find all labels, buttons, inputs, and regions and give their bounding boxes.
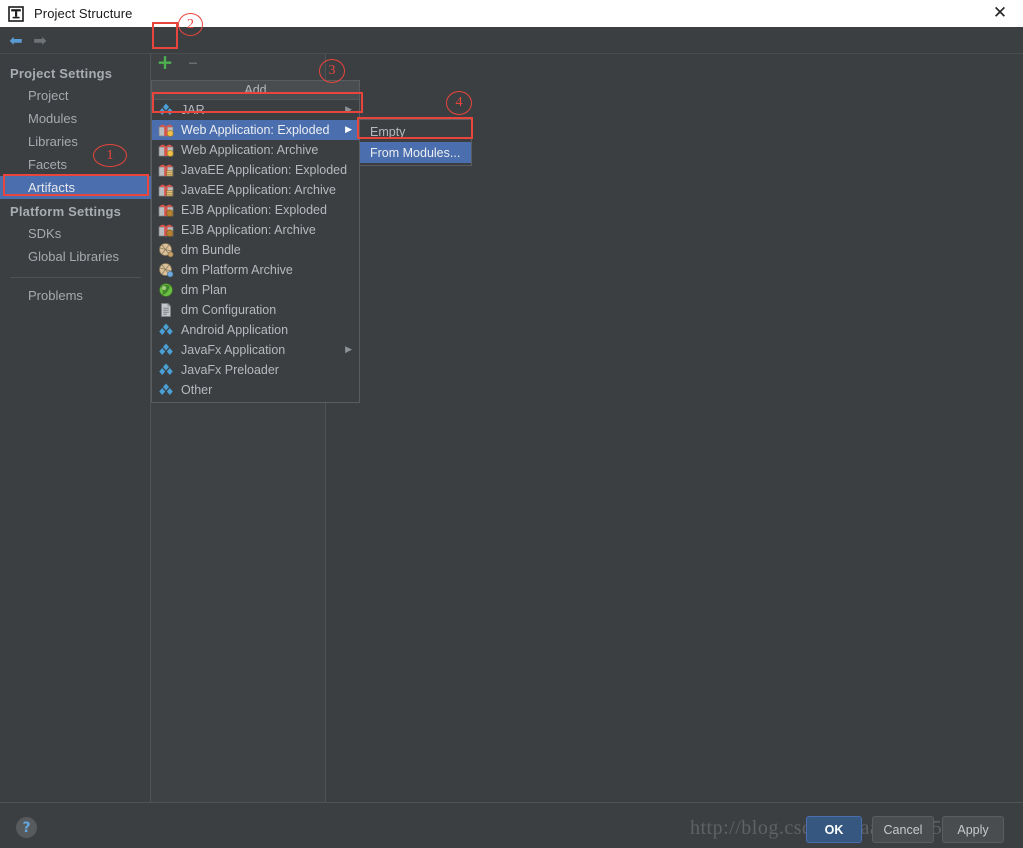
bundle-icon <box>158 242 174 258</box>
navigation-toolbar: ⬅ ➡ <box>0 27 1023 54</box>
group-title-project-settings: Project Settings <box>10 66 113 81</box>
menu-item-javafx-preloader[interactable]: JavaFx Preloader <box>152 360 359 380</box>
menu-item-ejb-application-exploded[interactable]: EJB Application: Exploded <box>152 200 359 220</box>
package-ee-icon <box>158 182 174 198</box>
menu-item-label: Other <box>181 383 213 397</box>
menu-item-label: dm Platform Archive <box>181 263 293 277</box>
menu-item-label: dm Configuration <box>181 303 277 317</box>
sidebar-item-global-libraries[interactable]: Global Libraries <box>0 245 151 268</box>
menu-item-label: JAR <box>181 103 205 117</box>
group-title-platform-settings: Platform Settings <box>10 204 122 219</box>
chevron-right-icon: ▶ <box>345 124 352 135</box>
menu-item-javafx-application[interactable]: JavaFx Application ▶ <box>152 340 359 360</box>
chevron-right-icon: ▶ <box>345 344 352 355</box>
menu-item-android-application[interactable]: Android Application <box>152 320 359 340</box>
close-icon[interactable]: ✕ <box>977 0 1023 27</box>
package-web-icon <box>158 142 174 158</box>
menu-item-javaee-application-archive[interactable]: JavaEE Application: Archive <box>152 180 359 200</box>
sidebar-item-sdks[interactable]: SDKs <box>0 222 151 245</box>
add-button[interactable]: + <box>154 51 176 73</box>
menu-item-label: EJB Application: Exploded <box>181 203 327 217</box>
menu-item-label: Android Application <box>181 323 289 337</box>
window-title: Project Structure <box>34 6 133 21</box>
menu-item-jar[interactable]: JAR ▶ <box>152 100 359 120</box>
sidebar-item-modules[interactable]: Modules <box>0 107 151 130</box>
sidebar-divider <box>10 277 141 278</box>
intellij-idea-icon <box>8 5 24 22</box>
submenu-item-label: Empty <box>370 124 406 139</box>
menu-item-dm-plan[interactable]: dm Plan <box>152 280 359 300</box>
web-application-exploded-submenu: Empty From Modules... <box>359 119 472 166</box>
globe-icon <box>158 282 174 298</box>
sidebar-item-artifacts[interactable]: Artifacts <box>0 176 151 199</box>
sidebar-item-facets[interactable]: Facets <box>0 153 151 176</box>
menu-item-label: EJB Application: Archive <box>181 223 316 237</box>
package-web-icon <box>158 122 174 138</box>
bundle-icon <box>158 262 174 278</box>
add-menu-header: Add <box>152 81 359 100</box>
title-bar: Project Structure ✕ <box>0 0 1023 27</box>
remove-button[interactable]: – <box>182 51 204 73</box>
diamond-icon <box>158 322 174 338</box>
submenu-item-empty[interactable]: Empty <box>360 121 471 142</box>
add-popup-menu: Add JAR ▶ Web Application: Exploded ▶ We… <box>151 80 360 403</box>
menu-item-label: Web Application: Exploded <box>181 123 330 137</box>
project-structure-dialog: Project Structure ✕ ⬅ ➡ Project Settings… <box>0 0 1023 848</box>
menu-item-label: JavaEE Application: Archive <box>181 183 336 197</box>
menu-item-web-application-exploded[interactable]: Web Application: Exploded ▶ <box>152 120 359 140</box>
diamond-icon <box>158 342 174 358</box>
submenu-item-from-modules[interactable]: From Modules... <box>360 142 471 163</box>
menu-item-dm-configuration[interactable]: dm Configuration <box>152 300 359 320</box>
package-ejb-icon <box>158 202 174 218</box>
sidebar-item-problems[interactable]: Problems <box>0 284 151 307</box>
annotation-marker-2: 2 <box>178 13 203 36</box>
menu-item-label: dm Plan <box>181 283 227 297</box>
ok-button[interactable]: OK <box>806 816 862 843</box>
arrow-right-icon[interactable]: ➡ <box>31 32 49 50</box>
diamond-icon <box>158 102 174 118</box>
dialog-body: ⬅ ➡ Project Settings Project Modules Lib… <box>0 27 1023 802</box>
package-ee-icon <box>158 162 174 178</box>
cancel-button[interactable]: Cancel <box>872 816 934 843</box>
sidebar-item-project[interactable]: Project <box>0 84 151 107</box>
annotation-marker-3: 3 <box>319 59 345 83</box>
arrow-left-icon[interactable]: ⬅ <box>7 32 25 50</box>
diamond-icon <box>158 362 174 378</box>
menu-item-label: JavaFx Application <box>181 343 286 357</box>
sidebar-item-libraries[interactable]: Libraries <box>0 130 151 153</box>
annotation-marker-1: 1 <box>93 144 127 167</box>
menu-item-other[interactable]: Other <box>152 380 359 400</box>
document-icon <box>158 302 174 318</box>
menu-item-label: dm Bundle <box>181 243 241 257</box>
menu-item-dm-platform-archive[interactable]: dm Platform Archive <box>152 260 359 280</box>
menu-item-ejb-application-archive[interactable]: EJB Application: Archive <box>152 220 359 240</box>
help-icon[interactable]: ? <box>16 817 37 838</box>
menu-item-label: Web Application: Archive <box>181 143 319 157</box>
menu-item-javaee-application-exploded[interactable]: JavaEE Application: Exploded <box>152 160 359 180</box>
menu-item-web-application-archive[interactable]: Web Application: Archive <box>152 140 359 160</box>
diamond-icon <box>158 382 174 398</box>
package-ejb-icon <box>158 222 174 238</box>
menu-item-dm-bundle[interactable]: dm Bundle <box>152 240 359 260</box>
menu-item-label: JavaEE Application: Exploded <box>181 163 348 177</box>
menu-item-label: JavaFx Preloader <box>181 363 279 377</box>
settings-tree: Project Settings Project Modules Librari… <box>0 61 151 307</box>
chevron-right-icon: ▶ <box>345 104 352 115</box>
submenu-item-label: From Modules... <box>370 145 461 160</box>
annotation-marker-4: 4 <box>446 91 472 115</box>
apply-button[interactable]: Apply <box>942 816 1004 843</box>
